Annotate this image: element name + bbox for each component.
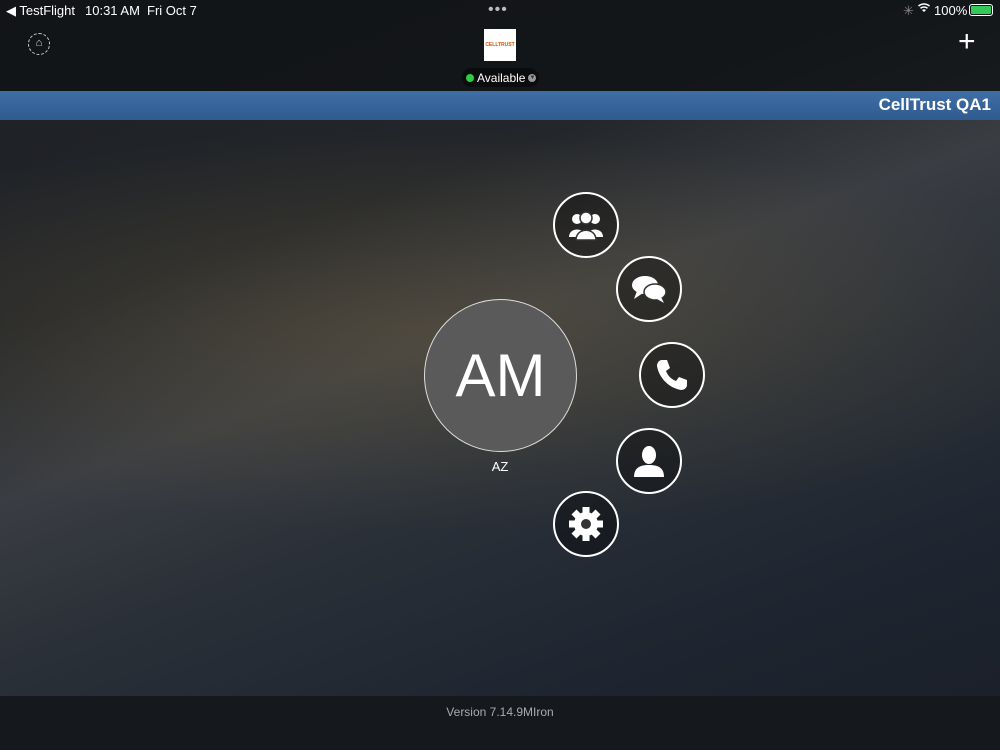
groups-button[interactable]	[553, 192, 619, 258]
footer: Version 7.14.9MIron	[0, 696, 1000, 750]
groups-icon	[569, 211, 603, 241]
avatar[interactable]: AM	[424, 299, 577, 452]
settings-icon	[569, 507, 603, 541]
wifi-icon	[917, 1, 931, 16]
phone-icon	[657, 360, 687, 390]
account-banner: CellTrust QA1	[0, 91, 1000, 120]
time: 10:31 AM	[85, 3, 140, 18]
avatar-initials: AM	[455, 342, 546, 409]
version-label: Version 7.14.9MIron	[446, 705, 554, 719]
account-title: CellTrust QA1	[878, 95, 991, 114]
profile-name: AZ	[491, 459, 509, 474]
settings-button[interactable]	[553, 491, 619, 557]
chat-icon	[632, 276, 667, 303]
battery-icon	[969, 4, 993, 16]
chat-button[interactable]	[616, 256, 682, 322]
presence-selector[interactable]: Available ▼	[462, 68, 539, 87]
presence-label: Available	[477, 70, 526, 85]
phone-button[interactable]	[639, 342, 705, 408]
back-to-app[interactable]: ◀ TestFlight	[6, 3, 75, 19]
status-dot-icon	[466, 73, 474, 82]
battery-percent: 100%	[934, 3, 968, 18]
contact-icon	[634, 446, 664, 477]
multitask-dots-icon[interactable]: •••	[488, 1, 508, 19]
date: Fri Oct 7	[147, 3, 197, 18]
activity-icon: ✳	[903, 3, 914, 18]
lock-sync-icon[interactable]: ⌂	[28, 33, 50, 55]
celltrust-logo: CELLTRUST	[484, 29, 516, 61]
status-bar: ◀ TestFlight 10:31 AM Fri Oct 7 ••• ✳ 10…	[0, 0, 1000, 22]
add-icon[interactable]: +	[958, 27, 976, 57]
chevron-down-icon: ▼	[528, 73, 537, 82]
back-app-label: TestFlight	[19, 3, 76, 18]
contact-button[interactable]	[616, 428, 682, 494]
